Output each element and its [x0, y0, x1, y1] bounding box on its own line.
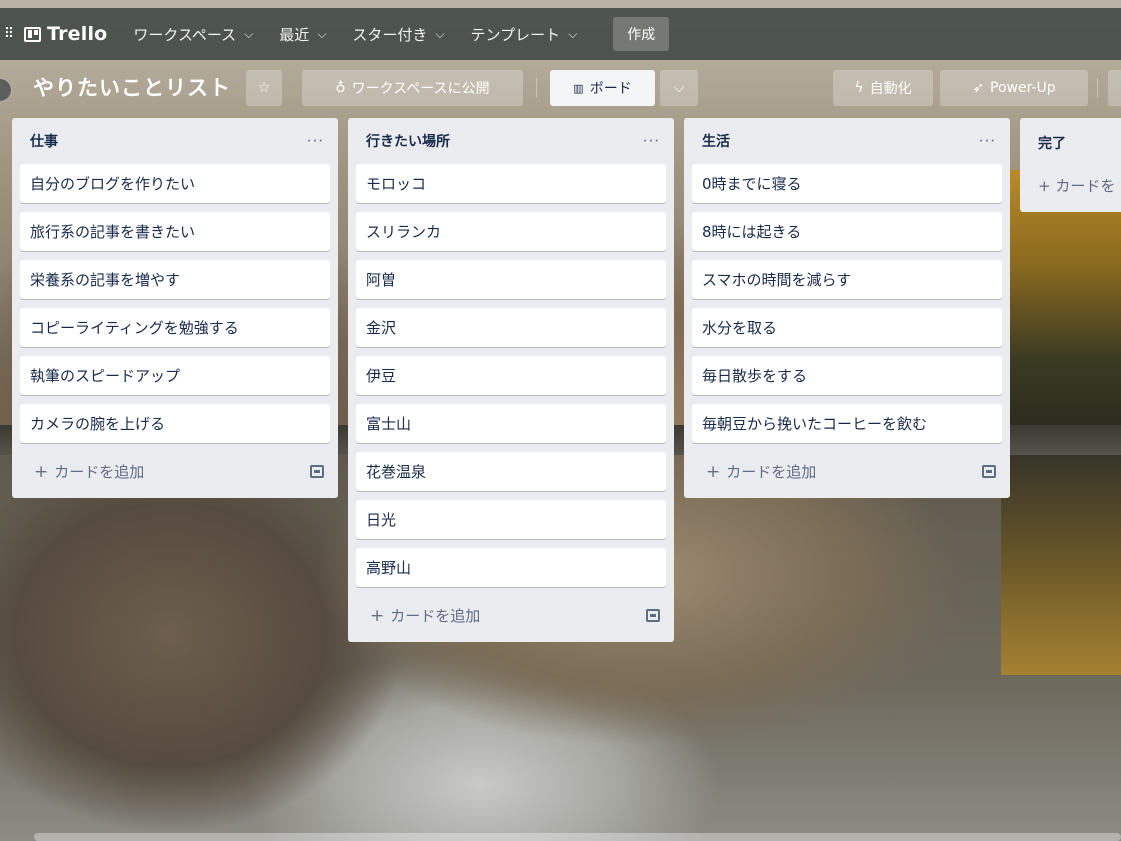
list-header[interactable]: 行きたい場所 ··· [356, 118, 666, 164]
card[interactable]: 毎朝豆から挽いたコーヒーを飲む [692, 404, 1002, 443]
star-button[interactable]: ☆ [246, 70, 282, 106]
visibility-button[interactable]: ♁ ワークスペースに公開 [302, 70, 523, 106]
list-work: 仕事 ··· 自分のブログを作りたい 旅行系の記事を書きたい 栄養系の記事を増や… [12, 118, 338, 498]
board-view-button[interactable]: ▥ ボード [550, 70, 655, 106]
nav-recent-label: 最近 [279, 25, 310, 44]
card[interactable]: スマホの時間を減らす [692, 260, 1002, 299]
brand-name: Trello [47, 23, 108, 45]
board-view-icon: ▥ [573, 81, 584, 95]
trello-logo[interactable]: Trello [24, 23, 107, 45]
list-done: 完了 + カードを [1020, 118, 1121, 212]
card-template-icon[interactable] [646, 608, 660, 622]
top-nav: ⠿ Trello ワークスペース ⌵ 最近 ⌵ スター付き ⌵ テンプレート ⌵… [0, 8, 1121, 60]
chevron-down-icon: ⌵ [568, 26, 578, 41]
list-title[interactable]: 完了 [1038, 133, 1121, 153]
nav-templates[interactable]: テンプレート ⌵ [471, 18, 578, 50]
workspace-visibility-icon: ♁ [335, 80, 346, 96]
card[interactable]: 旅行系の記事を書きたい [20, 212, 330, 251]
plus-icon: + [1038, 177, 1056, 195]
add-card-button[interactable]: + カードを追加 [692, 452, 1002, 490]
rocket-icon: ➶ [972, 80, 985, 96]
list-life: 生活 ··· 0時までに寝る 8時には起きる スマホの時間を減らす 水分を取る … [684, 118, 1010, 498]
card[interactable]: 8時には起きる [692, 212, 1002, 251]
nav-starred-label: スター付き [352, 25, 428, 44]
card-template-icon[interactable] [310, 464, 324, 478]
header-divider [536, 78, 537, 98]
chevron-down-icon: ⌵ [673, 80, 685, 96]
plus-icon: + [34, 461, 49, 482]
automation-button[interactable]: ϟ 自動化 [833, 70, 933, 106]
chevron-down-icon: ⌵ [435, 26, 445, 41]
star-icon: ☆ [257, 80, 271, 96]
list-header[interactable]: 生活 ··· [692, 118, 1002, 164]
card[interactable]: 高野山 [356, 548, 666, 587]
more-icon[interactable]: ··· [643, 132, 664, 150]
list-places: 行きたい場所 ··· モロッコ スリランカ 阿曽 金沢 伊豆 富士山 花巻温泉 … [348, 118, 674, 642]
plus-icon: + [370, 605, 385, 626]
automation-label: 自動化 [869, 81, 912, 97]
card[interactable]: 花巻温泉 [356, 452, 666, 491]
lightning-icon: ϟ [854, 80, 864, 96]
create-button[interactable]: 作成 [613, 17, 670, 51]
background-water-reflection [1001, 455, 1121, 675]
more-icon[interactable]: ··· [307, 132, 328, 150]
chevron-down-icon: ⌵ [244, 26, 254, 41]
horizontal-scrollbar[interactable] [34, 833, 1121, 841]
powerup-label: Power-Up [990, 80, 1056, 96]
nav-starred[interactable]: スター付き ⌵ [352, 18, 444, 50]
card[interactable]: 執筆のスピードアップ [20, 356, 330, 395]
card[interactable]: 富士山 [356, 404, 666, 443]
list-title[interactable]: 行きたい場所 [366, 131, 450, 151]
card[interactable]: 毎日散歩をする [692, 356, 1002, 395]
card[interactable]: 日光 [356, 500, 666, 539]
app-switcher-icon[interactable]: ⠿ [0, 8, 18, 60]
more-icon[interactable]: ··· [979, 132, 1000, 150]
nav-workspaces-label: ワークスペース [133, 25, 237, 44]
card[interactable]: 阿曽 [356, 260, 666, 299]
chevron-down-icon: ⌵ [317, 26, 327, 41]
add-card-label: カードを [1055, 177, 1116, 195]
filter-button[interactable] [1108, 70, 1121, 106]
header-divider [1097, 78, 1098, 98]
card[interactable]: スリランカ [356, 212, 666, 251]
card[interactable]: 伊豆 [356, 356, 666, 395]
board-title[interactable]: やりたいことリスト [33, 72, 231, 102]
list-title[interactable]: 仕事 [30, 131, 58, 151]
add-card-label: カードを追加 [54, 462, 145, 481]
card[interactable]: 水分を取る [692, 308, 1002, 347]
list-title[interactable]: 生活 [702, 131, 730, 151]
add-card-button[interactable]: + カードを [1038, 175, 1121, 196]
add-card-label: カードを追加 [726, 462, 817, 481]
board-view-label: ボード [589, 81, 632, 97]
add-card-button[interactable]: + カードを追加 [20, 452, 330, 490]
powerup-button[interactable]: ➶ Power-Up [940, 70, 1088, 106]
visibility-label: ワークスペースに公開 [351, 81, 490, 97]
card[interactable]: 栄養系の記事を増やす [20, 260, 330, 299]
nav-templates-label: テンプレート [470, 25, 561, 44]
nav-workspaces[interactable]: ワークスペース ⌵ [133, 18, 253, 50]
add-card-label: カードを追加 [390, 606, 481, 625]
card[interactable]: 自分のブログを作りたい [20, 164, 330, 203]
card[interactable]: 金沢 [356, 308, 666, 347]
avatar[interactable] [0, 78, 12, 102]
card[interactable]: 0時までに寝る [692, 164, 1002, 203]
list-header[interactable]: 仕事 ··· [20, 118, 330, 164]
board-header: やりたいことリスト ☆ ♁ ワークスペースに公開 ▥ ボード ⌵ ϟ 自動化 ➶… [0, 66, 1121, 112]
card[interactable]: カメラの腕を上げる [20, 404, 330, 443]
plus-icon: + [706, 461, 721, 482]
trello-board-icon [24, 26, 41, 42]
view-switcher-button[interactable]: ⌵ [660, 70, 698, 106]
card[interactable]: モロッコ [356, 164, 666, 203]
card-template-icon[interactable] [982, 464, 996, 478]
card[interactable]: コピーライティングを勉強する [20, 308, 330, 347]
nav-recent[interactable]: 最近 ⌵ [279, 18, 326, 50]
add-card-button[interactable]: + カードを追加 [356, 596, 666, 634]
